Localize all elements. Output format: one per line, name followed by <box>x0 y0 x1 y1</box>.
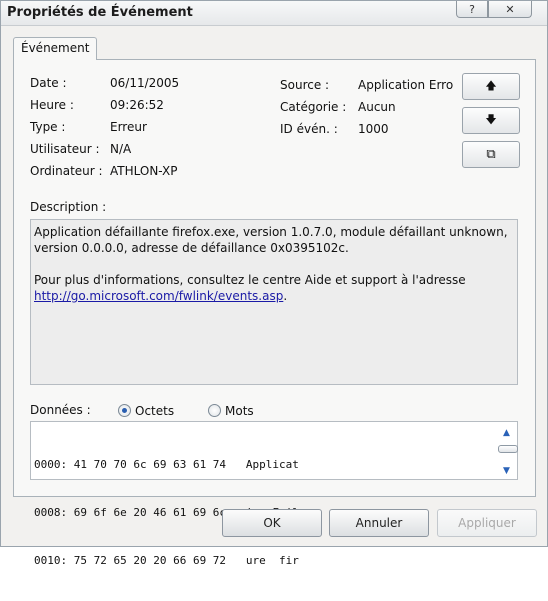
close-icon: ✕ <box>505 2 515 16</box>
source-label: Source : <box>280 78 330 92</box>
bytes-radio[interactable] <box>118 404 131 417</box>
event-properties-dialog: Propriétés de Événement ? ✕ Événement Da… <box>0 0 548 567</box>
tab-event-label: Événement <box>21 41 90 55</box>
close-button[interactable]: ✕ <box>488 1 532 18</box>
apply-button[interactable]: Appliquer <box>437 509 537 537</box>
ok-button[interactable]: OK <box>222 509 322 537</box>
arrow-up-icon: 🡅 <box>485 79 497 92</box>
type-value: Erreur <box>110 120 147 134</box>
description-line: Pour plus d'informations, consultez le c… <box>34 273 466 287</box>
bytes-radio-label[interactable]: Octets <box>135 404 174 418</box>
help-button[interactable]: ? <box>456 1 488 18</box>
next-event-button[interactable]: 🡇 <box>462 107 520 134</box>
time-value: 09:26:52 <box>110 98 164 112</box>
source-value: Application Erro <box>358 78 454 92</box>
window-title: Propriétés de Événement <box>7 5 193 20</box>
words-radio[interactable] <box>208 404 221 417</box>
scroll-up-icon[interactable]: ▲ <box>503 428 510 438</box>
data-textbox[interactable]: 0000: 41 70 70 6c 69 63 61 74 Applicat 0… <box>30 421 518 567</box>
data-label: Données : <box>30 403 91 417</box>
scrollbar-thumb[interactable] <box>498 445 518 453</box>
description-line: Application défaillante firefox.exe, ver… <box>34 225 508 239</box>
date-label: Date : <box>30 76 67 90</box>
words-radio-label[interactable]: Mots <box>225 404 254 418</box>
help-icon: ? <box>469 2 475 16</box>
data-line: 0010: 75 72 65 20 20 66 69 72 ure fir <box>34 554 299 567</box>
event-id-label: ID évén. : <box>280 122 338 136</box>
link-suffix: . <box>283 289 288 303</box>
description-line: version 0.0.0.0, adresse de défaillance … <box>34 241 349 255</box>
description-label: Description : <box>30 200 107 214</box>
description-textbox[interactable]: Application défaillante firefox.exe, ver… <box>30 219 518 385</box>
type-label: Type : <box>30 120 66 134</box>
category-label: Catégorie : <box>280 100 347 114</box>
tab-event[interactable]: Événement <box>13 37 97 60</box>
time-label: Heure : <box>30 98 74 112</box>
event-id-value: 1000 <box>358 122 389 136</box>
user-value: N/A <box>110 142 132 156</box>
copy-button[interactable]: ⧉ <box>462 141 520 168</box>
help-link[interactable]: http://go.microsoft.com/fwlink/events.as… <box>34 289 283 303</box>
computer-label: Ordinateur : <box>30 164 103 178</box>
user-label: Utilisateur : <box>30 142 100 156</box>
previous-event-button[interactable]: 🡅 <box>462 73 520 100</box>
category-value: Aucun <box>358 100 396 114</box>
cancel-button[interactable]: Annuler <box>329 509 429 537</box>
scroll-down-icon[interactable]: ▼ <box>503 466 510 476</box>
computer-value: ATHLON-XP <box>110 164 178 178</box>
title-bar: Propriétés de Événement ? ✕ <box>1 1 547 26</box>
arrow-down-icon: 🡇 <box>485 113 497 126</box>
copy-icon: ⧉ <box>486 147 496 162</box>
date-value: 06/11/2005 <box>110 76 180 90</box>
data-line: 0000: 41 70 70 6c 69 63 61 74 Applicat <box>34 458 299 471</box>
